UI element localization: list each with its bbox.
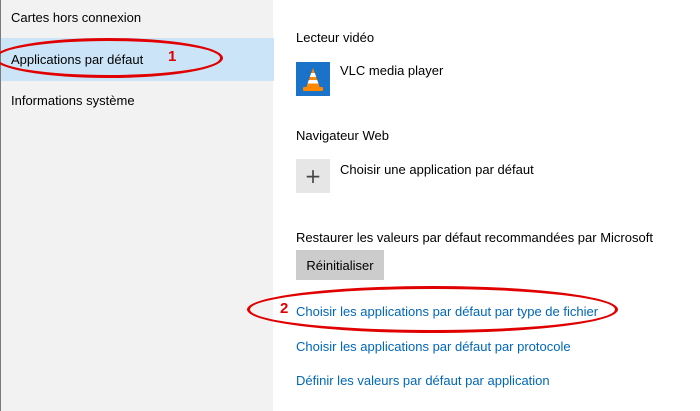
web-browser-app-name[interactable]: Choisir une application par défaut: [340, 162, 534, 177]
sidebar: Cartes hors connexion Applications par d…: [0, 0, 274, 411]
reset-button[interactable]: Réinitialiser: [296, 250, 384, 280]
vlc-tile[interactable]: [296, 62, 330, 96]
link-defaults-by-app[interactable]: Définir les valeurs par défaut par appli…: [296, 373, 550, 388]
annotation-number-1: 1: [168, 48, 177, 65]
main-content: Lecteur vidéo VLC media player Navigateu…: [273, 0, 700, 411]
annotation-number-2: 2: [280, 300, 289, 317]
video-player-app-name[interactable]: VLC media player: [340, 63, 443, 78]
sidebar-item-system-info[interactable]: Informations système: [1, 81, 274, 119]
link-defaults-by-file-type[interactable]: Choisir les applications par défaut par …: [296, 304, 598, 319]
link-defaults-by-protocol[interactable]: Choisir les applications par défaut par …: [296, 339, 571, 354]
web-browser-heading: Navigateur Web: [296, 128, 389, 143]
vlc-cone-icon: [303, 68, 323, 91]
sidebar-item-label: Applications par défaut: [11, 52, 144, 67]
sidebar-item-label: Cartes hors connexion: [11, 10, 142, 25]
video-player-heading: Lecteur vidéo: [296, 30, 375, 45]
sidebar-item-default-apps[interactable]: Applications par défaut: [1, 38, 274, 81]
reset-heading: Restaurer les valeurs par défaut recomma…: [296, 230, 653, 245]
plus-icon[interactable]: +: [296, 159, 330, 193]
sidebar-item-offline-maps[interactable]: Cartes hors connexion: [1, 0, 274, 38]
settings-window: Cartes hors connexion Applications par d…: [0, 0, 700, 411]
sidebar-item-label: Informations système: [11, 93, 135, 108]
